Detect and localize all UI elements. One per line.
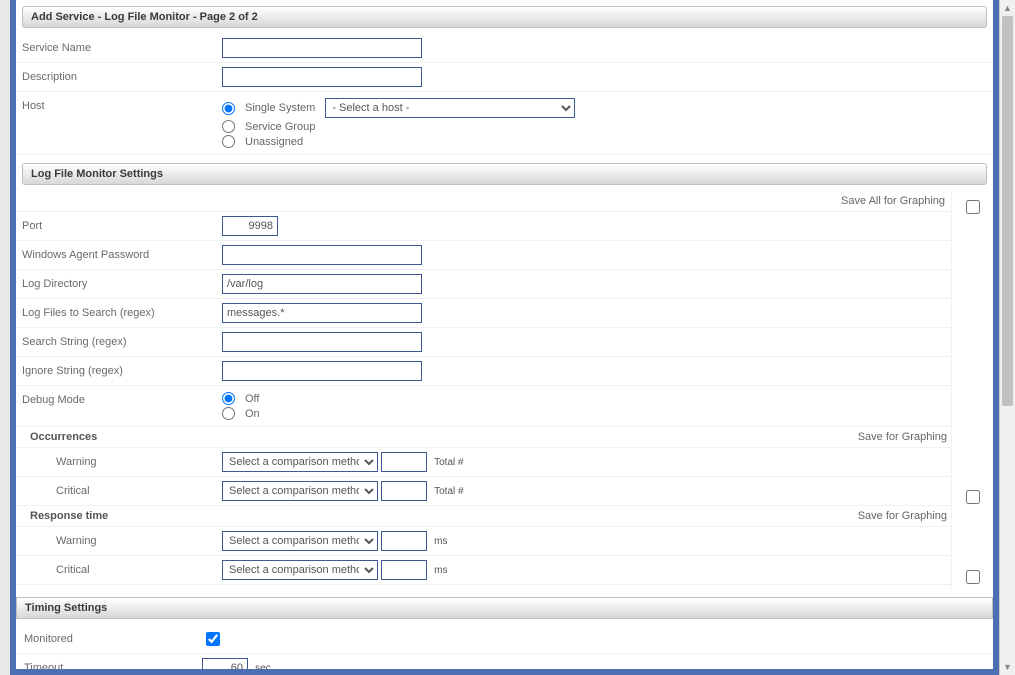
host-unassigned-radio[interactable] — [222, 135, 235, 148]
description-input[interactable] — [222, 67, 422, 87]
timeout-unit: sec. — [251, 663, 273, 669]
service-name-label: Service Name — [16, 34, 216, 63]
monitored-label: Monitored — [16, 625, 196, 654]
port-input[interactable] — [222, 216, 278, 236]
scroll-thumb[interactable] — [1002, 16, 1013, 406]
occurrences-critical-label: Critical — [16, 477, 216, 506]
scroll-down-arrow-icon[interactable]: ▼ — [1000, 659, 1015, 675]
monitored-checkbox[interactable] — [206, 632, 220, 646]
response-warning-unit: ms — [430, 536, 447, 547]
host-label: Host — [16, 92, 216, 155]
response-critical-value[interactable] — [381, 560, 427, 580]
port-label: Port — [16, 212, 216, 241]
response-warning-value[interactable] — [381, 531, 427, 551]
occurrences-save-label: Save for Graphing — [216, 427, 951, 448]
debug-on-label: On — [245, 408, 260, 420]
host-single-system-radio[interactable] — [222, 102, 235, 115]
occurrences-warning-label: Warning — [16, 448, 216, 477]
response-graphing-checkbox[interactable] — [966, 570, 980, 584]
description-label: Description — [16, 63, 216, 92]
log-files-label: Log Files to Search (regex) — [16, 299, 216, 328]
log-directory-input[interactable] — [222, 274, 422, 294]
ignore-string-input[interactable] — [222, 361, 422, 381]
timing-settings-table: Monitored Timeout sec. — [16, 625, 993, 669]
save-all-graphing-label: Save All for Graphing — [16, 191, 951, 212]
host-unassigned-label: Unassigned — [245, 136, 303, 148]
service-name-input[interactable] — [222, 38, 422, 58]
occurrences-header: Occurrences — [16, 427, 216, 448]
occurrences-critical-comparison[interactable]: Select a comparison method — [222, 481, 378, 501]
response-critical-unit: ms — [430, 565, 447, 576]
basic-settings-table: Service Name Description Host — [16, 34, 993, 155]
timeout-label: Timeout — [16, 654, 196, 670]
response-save-label: Save for Graphing — [216, 506, 951, 527]
debug-off-radio[interactable] — [222, 392, 235, 405]
occurrences-warning-unit: Total # — [430, 457, 463, 468]
search-string-label: Search String (regex) — [16, 328, 216, 357]
log-directory-label: Log Directory — [16, 270, 216, 299]
host-service-group-radio[interactable] — [222, 120, 235, 133]
host-single-system-label: Single System — [245, 102, 315, 114]
debug-off-label: Off — [245, 393, 259, 405]
monitor-settings-table: Save All for Graphing Port Windows Agent… — [16, 191, 951, 585]
settings-header: Log File Monitor Settings — [22, 163, 987, 185]
agent-password-label: Windows Agent Password — [16, 241, 216, 270]
save-all-graphing-checkbox[interactable] — [966, 200, 980, 214]
debug-on-radio[interactable] — [222, 407, 235, 420]
host-select[interactable]: - Select a host - — [325, 98, 575, 118]
ignore-string-label: Ignore String (regex) — [16, 357, 216, 386]
occurrences-warning-value[interactable] — [381, 452, 427, 472]
response-critical-label: Critical — [16, 556, 216, 585]
timing-header: Timing Settings — [16, 597, 993, 619]
response-warning-label: Warning — [16, 527, 216, 556]
response-warning-comparison[interactable]: Select a comparison method — [222, 531, 378, 551]
log-files-input[interactable] — [222, 303, 422, 323]
response-critical-comparison[interactable]: Select a comparison method — [222, 560, 378, 580]
response-time-header: Response time — [16, 506, 216, 527]
search-string-input[interactable] — [222, 332, 422, 352]
vertical-scrollbar[interactable]: ▲ ▼ — [999, 0, 1015, 675]
agent-password-input[interactable] — [222, 245, 422, 265]
form-page: Add Service - Log File Monitor - Page 2 … — [16, 0, 993, 669]
occurrences-graphing-checkbox[interactable] — [966, 490, 980, 504]
timeout-input[interactable] — [202, 658, 248, 669]
page-title: Add Service - Log File Monitor - Page 2 … — [22, 6, 987, 28]
debug-mode-label: Debug Mode — [16, 386, 216, 427]
host-service-group-label: Service Group — [245, 121, 315, 133]
occurrences-critical-unit: Total # — [430, 486, 463, 497]
occurrences-warning-comparison[interactable]: Select a comparison method — [222, 452, 378, 472]
occurrences-critical-value[interactable] — [381, 481, 427, 501]
scroll-up-arrow-icon[interactable]: ▲ — [1000, 0, 1015, 16]
